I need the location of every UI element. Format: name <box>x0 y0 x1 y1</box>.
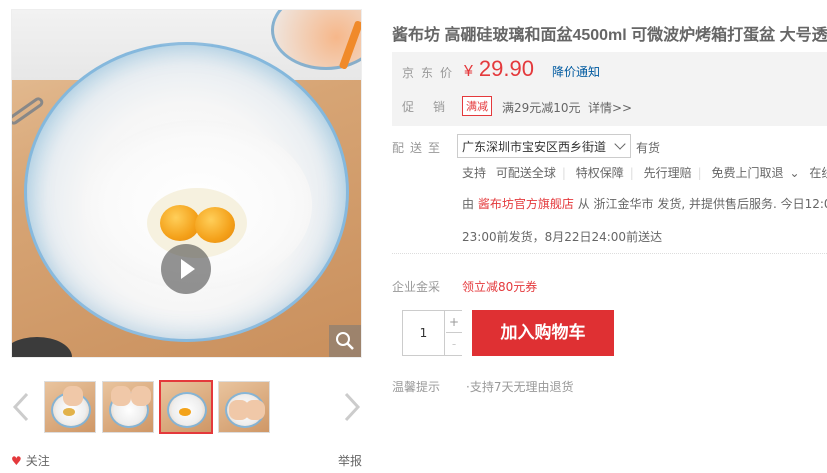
stock-status: 有货 <box>636 141 661 155</box>
promo-text: 满29元减10元 <box>502 101 581 115</box>
thumbnail-2[interactable] <box>102 381 154 433</box>
quantity-stepper: + - <box>402 310 462 356</box>
egg-yolk <box>195 207 235 243</box>
add-to-cart-button[interactable]: 加入购物车 <box>472 310 614 356</box>
egg-yolk <box>160 205 200 241</box>
chevron-down-icon[interactable]: ⌄ <box>790 166 800 180</box>
seller-suffix: 从 浙江金华市 发货, 并提供售后服务. 今日12:00 <box>577 197 827 211</box>
gallery-footer: ♥ 关注 举报 <box>11 452 362 470</box>
promo-details-link[interactable]: 详情>> <box>588 99 632 116</box>
heart-icon: ♥ <box>11 453 22 468</box>
price-box: 京东价 ¥29.90 降价通知 促销 满减 满29元减10元 详情>> <box>392 52 827 126</box>
tips-label: 温馨提示 <box>392 380 441 394</box>
service-free-pickup[interactable]: 免费上门取退 <box>712 166 784 180</box>
zoom-button[interactable] <box>329 325 361 357</box>
product-title: 酱布坊 高硼硅玻璃和面盆4500ml 可微波炉烤箱打蛋盆 大号透明 <box>392 27 827 44</box>
enterprise-label: 企业金采 <box>392 280 441 294</box>
delivery-estimate: 23:00前发货，8月22日24:00前送达 <box>462 230 663 244</box>
address-selector[interactable]: 广东深圳市宝安区西乡街道 <box>457 134 631 158</box>
chevron-right-icon <box>344 392 361 422</box>
divider <box>392 253 827 254</box>
follow-label: 关注 <box>25 454 50 468</box>
service-privilege[interactable]: 特权保障 <box>576 166 624 180</box>
promo-tag: 满减 <box>462 96 492 116</box>
address-text: 广东深圳市宝安区西乡街道 <box>462 140 607 154</box>
thumb-prev-button[interactable] <box>11 392 31 422</box>
price-value: 29.90 <box>478 56 534 81</box>
quantity-plus-button[interactable]: + <box>446 311 462 333</box>
service-online[interactable]: 在线 <box>809 166 827 180</box>
currency-symbol: ¥ <box>464 63 473 80</box>
promo-label: 促销 <box>402 100 465 114</box>
report-link[interactable]: 举报 <box>338 452 362 469</box>
seller-prefix: 由 <box>462 197 475 211</box>
thumb-next-button[interactable] <box>342 392 362 422</box>
quantity-minus-button[interactable]: - <box>446 333 462 355</box>
price: ¥29.90 <box>464 56 534 82</box>
return-policy-tip: ·支持7天无理由退货 <box>466 380 574 394</box>
shop-link[interactable]: 酱布坊官方旗舰店 <box>478 197 574 211</box>
service-global-delivery[interactable]: 可配送全球 <box>496 166 556 180</box>
chevron-down-icon <box>614 138 626 150</box>
service-list: 支持 可配送全球| 特权保障| 先行理赔| 免费上门取退⌄ 在线 <box>462 164 827 181</box>
main-product-image[interactable] <box>11 9 362 358</box>
thumbnail-4[interactable] <box>218 381 270 433</box>
coupon-link[interactable]: 领立减80元券 <box>462 278 537 295</box>
service-support: 支持 <box>462 166 487 180</box>
service-claims[interactable]: 先行理赔 <box>644 166 692 180</box>
thumbnail-strip <box>11 380 362 435</box>
price-label: 京东价 <box>402 66 460 80</box>
thumbnail-1[interactable] <box>44 381 96 433</box>
quantity-input[interactable] <box>403 311 445 355</box>
follow-button[interactable]: ♥ 关注 <box>11 452 50 469</box>
price-drop-notify-link[interactable]: 降价通知 <box>552 63 600 80</box>
seller-info: 由 酱布坊官方旗舰店 从 浙江金华市 发货, 并提供售后服务. 今日12:00 <box>462 195 827 212</box>
play-video-button[interactable] <box>161 244 211 294</box>
thumbnail-3[interactable] <box>159 380 213 434</box>
chevron-left-icon <box>12 392 29 422</box>
shipping-label: 配送至 <box>392 141 447 155</box>
magnifier-icon <box>336 332 354 350</box>
